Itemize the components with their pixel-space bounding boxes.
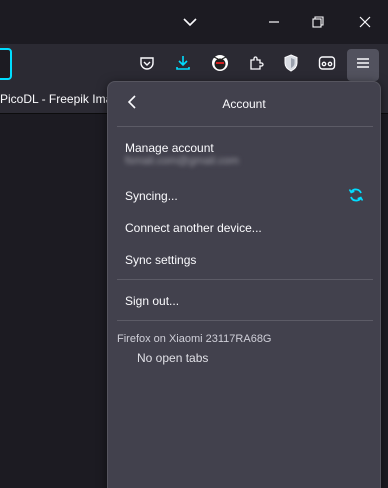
minimize-icon xyxy=(268,16,280,28)
list-all-tabs-button[interactable] xyxy=(174,6,206,38)
separator xyxy=(117,126,373,127)
device-name: Firefox on Xiaomi 23117RA68G xyxy=(117,333,272,345)
container-button[interactable] xyxy=(311,49,343,81)
shield-extension-icon xyxy=(283,53,299,77)
restore-icon xyxy=(312,16,324,28)
bookmark-item[interactable]: PicoDL - Freepik Ima xyxy=(0,92,112,106)
chevron-down-icon xyxy=(183,17,197,27)
download-icon xyxy=(175,55,191,76)
panel-header: Account xyxy=(108,82,380,126)
close-icon xyxy=(359,16,371,28)
extension-avatar-button[interactable] xyxy=(204,49,236,81)
sync-settings-item[interactable]: Sync settings xyxy=(125,253,196,267)
shield-extension-button[interactable] xyxy=(275,49,307,81)
restore-button[interactable] xyxy=(302,6,334,38)
navigation-toolbar xyxy=(0,44,388,86)
manage-account-item[interactable]: Manage account xyxy=(125,141,214,155)
pocket-button[interactable] xyxy=(131,49,163,81)
close-window-button[interactable] xyxy=(349,6,381,38)
menu-icon xyxy=(356,56,370,74)
app-menu-button[interactable] xyxy=(347,49,379,81)
extension-avatar-icon xyxy=(211,54,229,77)
connect-device-item[interactable]: Connect another device... xyxy=(125,221,262,235)
minimize-button[interactable] xyxy=(258,6,290,38)
separator xyxy=(117,279,373,280)
address-bar[interactable] xyxy=(0,48,12,80)
separator xyxy=(117,320,373,321)
syncing-item[interactable]: Syncing... xyxy=(125,189,178,203)
account-panel: Account Manage account fsmail.com@gmail.… xyxy=(107,81,381,488)
no-open-tabs-text: No open tabs xyxy=(137,351,209,365)
sync-icon xyxy=(348,187,364,203)
pocket-icon xyxy=(139,55,155,76)
extensions-button[interactable] xyxy=(240,49,272,81)
sign-out-item[interactable]: Sign out... xyxy=(125,294,179,308)
title-bar xyxy=(0,0,388,44)
panel-title: Account xyxy=(222,97,266,111)
downloads-button[interactable] xyxy=(167,49,199,81)
account-email: fsmail.com@gmail.com xyxy=(125,155,239,167)
extensions-icon xyxy=(248,55,264,76)
firefox-window: PicoDL - Freepik Ima Account Manage acco… xyxy=(0,0,388,488)
container-icon xyxy=(318,55,336,76)
